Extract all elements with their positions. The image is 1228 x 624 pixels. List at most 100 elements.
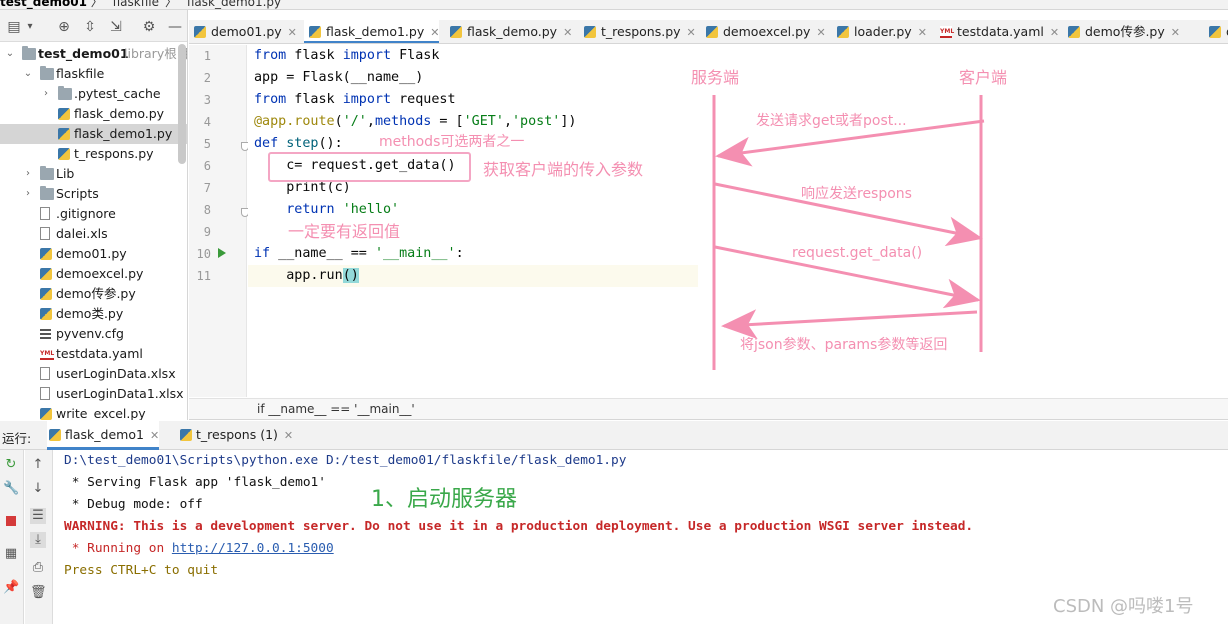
- project-panel: ▤ ▾ ⊕ ⇳ ⇲ ⚙ — ⌄test_demo01library根目录⌄fla…: [0, 10, 188, 420]
- wrench-icon[interactable]: 🔧: [3, 481, 19, 497]
- close-icon[interactable]: ✕: [1050, 26, 1059, 39]
- editor-tab[interactable]: flask_demo1.py ✕: [304, 20, 440, 43]
- tree-item[interactable]: ⌄ flaskfile: [0, 64, 187, 84]
- editor-tab[interactable]: demoexcel.py ✕: [701, 20, 826, 43]
- chevron-right-icon[interactable]: ›: [22, 184, 34, 204]
- editor-tab[interactable]: demo01.py ✕: [189, 20, 297, 43]
- chevron-right-icon[interactable]: ›: [40, 84, 52, 104]
- tree-item[interactable]: demo传参.py: [0, 284, 187, 304]
- tree-item[interactable]: flask_demo.py: [0, 104, 187, 124]
- tree-item-label: dalei.xls: [56, 226, 108, 241]
- run-tab-flask-demo1[interactable]: flask_demo1 ✕: [47, 421, 160, 450]
- excel-file-icon: [40, 367, 50, 380]
- collapse-all-icon[interactable]: ⇲: [108, 19, 124, 35]
- close-icon[interactable]: ✕: [284, 429, 293, 442]
- close-icon[interactable]: ✕: [430, 26, 439, 39]
- tree-item[interactable]: t_respons.py: [0, 144, 187, 164]
- tree-item[interactable]: userLoginData1.xlsx: [0, 384, 187, 404]
- layout-icon[interactable]: ▦: [3, 546, 19, 562]
- tree-item[interactable]: .gitignore: [0, 204, 187, 224]
- breadcrumb-folder[interactable]: flaskfile: [113, 0, 159, 9]
- tree-item[interactable]: demo01.py: [0, 244, 187, 264]
- pin-icon[interactable]: 📌: [3, 580, 19, 596]
- tree-item[interactable]: write_excel.py: [0, 404, 187, 420]
- python-icon: [49, 429, 61, 441]
- tree-item-label: demo类.py: [56, 306, 124, 321]
- dropdown-icon[interactable]: ▾: [22, 19, 38, 35]
- soft-wrap-icon[interactable]: ☰: [30, 508, 46, 524]
- hide-icon[interactable]: —: [167, 19, 183, 35]
- editor-tab[interactable]: demo传参.py ✕: [1063, 20, 1180, 43]
- scroll-up-icon[interactable]: ↑: [30, 457, 46, 473]
- code-line: from flask import request: [254, 92, 456, 107]
- run-console[interactable]: D:\test_demo01\Scripts\python.exe D:/tes…: [54, 450, 1228, 624]
- line-number: 5: [203, 137, 211, 151]
- close-icon[interactable]: ✕: [563, 26, 572, 39]
- tree-item[interactable]: flask_demo1.py: [0, 124, 187, 144]
- project-toolbar: ▤ ▾ ⊕ ⇳ ⇲ ⚙ —: [0, 10, 187, 42]
- trash-icon[interactable]: 🗑: [30, 585, 47, 601]
- tree-item[interactable]: YML testdata.yaml: [0, 344, 187, 364]
- scroll-to-end-icon[interactable]: ⤓: [30, 532, 46, 548]
- python-file-icon: [58, 108, 70, 120]
- tree-item[interactable]: pyvenv.cfg: [0, 324, 187, 344]
- tree-item[interactable]: › .pytest_cache: [0, 84, 187, 104]
- project-tree: ⌄test_demo01library根目录⌄flaskfile›.pytest…: [0, 44, 187, 420]
- code-line: from flask import Flask: [254, 48, 440, 63]
- breadcrumb-project[interactable]: test_demo01: [0, 0, 87, 9]
- editor-gutter: 1 2 3 4 5 6 7 8 9 10 11: [189, 45, 249, 397]
- tree-item-label: .pytest_cache: [74, 86, 161, 101]
- chevron-down-icon[interactable]: ⌄: [4, 44, 16, 64]
- line-number: 7: [203, 181, 211, 195]
- close-icon[interactable]: ✕: [288, 26, 297, 39]
- console-serving-line: * Serving Flask app 'flask_demo1': [64, 475, 326, 490]
- tree-item[interactable]: › Scripts: [0, 184, 187, 204]
- print-icon[interactable]: ⎙: [30, 560, 46, 576]
- chevron-right-icon[interactable]: ›: [22, 164, 34, 184]
- tree-item[interactable]: dalei.xls: [0, 224, 187, 244]
- editor-tab[interactable]: de: [1204, 20, 1228, 43]
- editor-tab[interactable]: t_respons.py ✕: [579, 20, 696, 43]
- folder-icon: [40, 166, 54, 180]
- editor-tab[interactable]: YML testdata.yaml ✕: [935, 20, 1059, 43]
- project-view-icon[interactable]: ▤: [6, 19, 22, 35]
- tree-item-label: t_respons.py: [74, 146, 154, 161]
- excel-file-icon: [40, 227, 50, 240]
- breadcrumb-file[interactable]: flask_demo1.py: [187, 0, 281, 9]
- expand-all-icon[interactable]: ⇳: [82, 19, 98, 35]
- console-command-line: D:\test_demo01\Scripts\python.exe D:/tes…: [64, 453, 627, 468]
- scroll-down-icon[interactable]: ↓: [30, 481, 46, 497]
- file-icon: [40, 207, 50, 220]
- project-scrollbar[interactable]: [178, 44, 186, 164]
- run-label: 运行:: [2, 431, 32, 446]
- gear-icon[interactable]: ⚙: [141, 19, 157, 35]
- tree-item[interactable]: demo类.py: [0, 304, 187, 324]
- close-icon[interactable]: ✕: [918, 26, 927, 39]
- code-breadcrumb[interactable]: if __name__ == '__main__': [189, 398, 1228, 420]
- python-file-icon: [40, 268, 52, 280]
- tree-item[interactable]: demoexcel.py: [0, 264, 187, 284]
- tree-item-label: testdata.yaml: [56, 346, 143, 361]
- chevron-down-icon[interactable]: ⌄: [22, 64, 34, 84]
- close-icon[interactable]: ✕: [816, 26, 825, 39]
- code-breadcrumb-text[interactable]: if __name__ == '__main__': [257, 402, 415, 416]
- python-file-icon: [58, 128, 70, 140]
- close-icon[interactable]: ✕: [687, 26, 696, 39]
- run-icon[interactable]: [218, 248, 226, 258]
- tree-item[interactable]: userLoginData.xlsx: [0, 364, 187, 384]
- close-icon[interactable]: ✕: [150, 429, 159, 442]
- editor-tab-label: demo传参.py: [1085, 24, 1165, 39]
- close-icon[interactable]: ✕: [1171, 26, 1180, 39]
- tree-item[interactable]: › Lib: [0, 164, 187, 184]
- python-file-icon: [194, 26, 206, 38]
- locate-icon[interactable]: ⊕: [56, 19, 72, 35]
- rerun-icon[interactable]: ↻: [3, 457, 19, 473]
- tree-item[interactable]: ⌄test_demo01library根目录: [0, 44, 187, 64]
- server-url-link[interactable]: http://127.0.0.1:5000: [172, 541, 334, 556]
- get-params-note: 获取客户端的传入参数: [483, 160, 644, 179]
- editor-tab[interactable]: loader.py ✕: [832, 20, 927, 43]
- editor-tab[interactable]: flask_demo.py ✕: [445, 20, 572, 43]
- run-tab-t-respons[interactable]: t_respons (1) ✕: [178, 421, 293, 450]
- stop-icon[interactable]: [3, 515, 19, 531]
- code-line: if __name__ == '__main__':: [254, 246, 464, 261]
